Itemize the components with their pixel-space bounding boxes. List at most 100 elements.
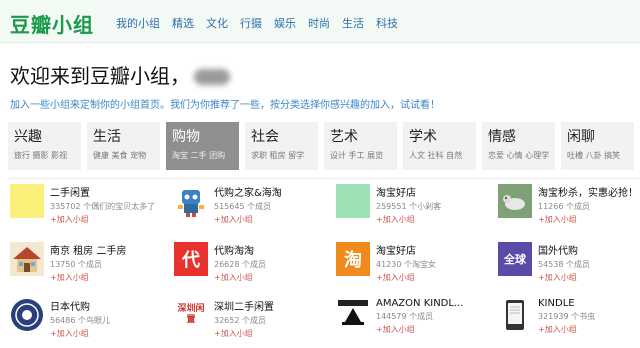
tab-shopping[interactable]: 购物 淘宝 二手 团购 (166, 122, 239, 170)
group-name[interactable]: 淘宝好店 (376, 242, 494, 257)
join-group-button[interactable]: +加入小组 (538, 214, 640, 225)
douban-group-logo[interactable]: 豆瓣小组 (10, 9, 94, 38)
japan-badge-svg (11, 299, 43, 331)
tab-life[interactable]: 生活健康 美食 宠物 (87, 122, 160, 170)
japan-badge-icon[interactable] (10, 298, 44, 332)
join-group-button[interactable]: +加入小组 (376, 324, 494, 335)
robot-mascot-icon[interactable] (174, 184, 208, 218)
kindle-device-icon[interactable] (498, 298, 532, 332)
join-group-button[interactable]: +加入小组 (214, 328, 332, 339)
tab-name: 生活 (93, 129, 121, 145)
green-square-icon[interactable] (336, 184, 370, 218)
nav-featured[interactable]: 精选 (172, 15, 194, 31)
tab-academic[interactable]: 学术 人文 社科 自然 (403, 122, 476, 170)
group-info: 代购淘淘 26628 个成员 +加入小组 (214, 242, 332, 283)
welcome-text: 欢迎来到豆瓣小组， (10, 64, 190, 88)
tab-tags: 旅行 摄影 影视 (14, 151, 68, 160)
group-item[interactable]: 深圳闲置 深圳二手闲置 32652 个成员 +加入小组 (174, 298, 334, 348)
tab-art[interactable]: 艺术 设计 手工 展览 (324, 122, 397, 170)
nav-culture[interactable]: 文化 (206, 15, 228, 31)
join-group-button[interactable]: +加入小组 (214, 214, 332, 225)
group-name[interactable]: AMAZON KINDL... (376, 298, 494, 309)
group-item[interactable]: AMAZON KINDL... 144579 个成员 +加入小组 (336, 298, 496, 348)
group-info: 淘宝好店 259551 个小剁客 +加入小组 (376, 184, 494, 225)
tab-interest[interactable]: 兴趣旅行 摄影 影视 (8, 122, 81, 170)
group-name[interactable]: 淘宝秒杀，实惠必抢！ (538, 184, 640, 199)
dog-photo-icon[interactable] (498, 184, 532, 218)
nav-entertainment[interactable]: 娱乐 (274, 15, 296, 31)
group-meta: 54538 个成员 (538, 260, 590, 269)
group-item[interactable]: 南京 租房 二手房 13750 个成员 +加入小组 (10, 242, 170, 292)
nav-travel[interactable]: 行摄 (240, 15, 262, 31)
tab-tags: 淘宝 二手 团购 (172, 151, 226, 160)
group-name[interactable]: 日本代购 (50, 298, 168, 313)
group-meta: 26628 个成员 (214, 260, 266, 269)
group-name[interactable]: KINDLE (538, 298, 640, 309)
group-item[interactable]: KINDLE 321939 个书虫 +加入小组 (498, 298, 640, 348)
tab-name: 学术 (409, 129, 437, 145)
tab-emotion[interactable]: 情感 恋爱 心情 心理学 (482, 122, 555, 170)
group-name[interactable]: 南京 租房 二手房 (50, 242, 168, 257)
join-group-button[interactable]: +加入小组 (50, 214, 168, 225)
group-meta: 41230 个淘宝女 (376, 260, 436, 269)
join-group-button[interactable]: +加入小组 (214, 272, 332, 283)
dai-logo-icon[interactable]: 代 (174, 242, 208, 276)
tab-name: 闲聊 (567, 129, 595, 145)
dai-logo-text: 代 (182, 250, 200, 271)
welcome-title: 欢迎来到豆瓣小组， (10, 60, 230, 89)
group-item[interactable]: 淘宝好店 259551 个小剁客 +加入小组 (336, 184, 496, 234)
nav-life[interactable]: 生活 (342, 15, 364, 31)
group-meta: 32652 个成员 (214, 316, 266, 325)
yellow-square-icon[interactable] (10, 184, 44, 218)
top-bar: 豆瓣小组 我的小组 精选 文化 行摄 娱乐 时尚 生活 科技 (0, 0, 640, 43)
join-group-button[interactable]: +加入小组 (50, 328, 168, 339)
category-tabs: 兴趣旅行 摄影 影视 生活健康 美食 宠物 购物 淘宝 二手 团购 社会 求职 租房… (8, 122, 640, 170)
group-name[interactable]: 二手闲置 (50, 184, 168, 199)
tab-tags: 健康 美食 宠物 (93, 151, 147, 160)
join-group-button[interactable]: +加入小组 (376, 272, 494, 283)
group-info: 淘宝秒杀，实惠必抢！ 11266 个成员 +加入小组 (538, 184, 640, 225)
group-meta: 144579 个成员 (376, 312, 434, 321)
group-item[interactable]: 代购之家&海淘 515645 个成员 +加入小组 (174, 184, 334, 234)
group-item[interactable]: 全球 国外代购 54538 个成员 +加入小组 (498, 242, 640, 292)
global-purchase-text: 全球 (504, 253, 526, 266)
shenzhen-text-icon[interactable]: 深圳闲置 (174, 298, 208, 332)
group-name[interactable]: 代购之家&海淘 (214, 184, 332, 199)
tab-name: 艺术 (330, 129, 358, 145)
group-meta: 259551 个小剁客 (376, 202, 442, 211)
group-item[interactable]: 二手闲置 335702 个偶们的宝贝太多了 +加入小组 (10, 184, 170, 234)
group-info: 代购之家&海淘 515645 个成员 +加入小组 (214, 184, 332, 225)
join-group-button[interactable]: +加入小组 (50, 272, 168, 283)
welcome-subtitle: 加入一些小组来定制你的小组首页。我们为你推荐了一些，按分类选择你感兴趣的加入，试… (10, 100, 440, 111)
amazon-kindle-icon[interactable] (336, 298, 370, 332)
tab-tags: 求职 租房 留学 (251, 151, 305, 160)
group-name[interactable]: 代购淘淘 (214, 242, 332, 257)
join-group-button[interactable]: +加入小组 (538, 324, 640, 335)
join-group-button[interactable]: +加入小组 (376, 214, 494, 225)
kindle-device-svg (506, 300, 524, 330)
group-item[interactable]: 代 代购淘淘 26628 个成员 +加入小组 (174, 242, 334, 292)
join-group-button[interactable]: +加入小组 (538, 272, 640, 283)
nav-my-groups[interactable]: 我的小组 (116, 15, 160, 31)
group-info: 南京 租房 二手房 13750 个成员 +加入小组 (50, 242, 168, 283)
group-name[interactable]: 淘宝好店 (376, 184, 494, 199)
tab-society[interactable]: 社会 求职 租房 留学 (245, 122, 318, 170)
global-purchase-icon[interactable]: 全球 (498, 242, 532, 276)
tab-name: 兴趣 (14, 129, 42, 145)
taobao-logo-text: 淘 (344, 250, 362, 271)
group-item[interactable]: 淘 淘宝好店 41230 个淘宝女 +加入小组 (336, 242, 496, 292)
nav-fashion[interactable]: 时尚 (308, 15, 330, 31)
divider (8, 178, 640, 179)
group-name[interactable]: 深圳二手闲置 (214, 298, 332, 313)
tab-tags: 吐槽 八卦 搞笑 (567, 151, 621, 160)
group-meta: 11266 个成员 (538, 202, 590, 211)
group-item[interactable]: 日本代购 56486 个鸟眼儿 +加入小组 (10, 298, 170, 348)
group-item[interactable]: 淘宝秒杀，实惠必抢！ 11266 个成员 +加入小组 (498, 184, 640, 234)
group-info: 国外代购 54538 个成员 +加入小组 (538, 242, 640, 283)
group-name[interactable]: 国外代购 (538, 242, 640, 257)
house-icon[interactable] (10, 242, 44, 276)
nav-tech[interactable]: 科技 (376, 15, 398, 31)
amazon-kindle-svg (338, 300, 368, 325)
tab-chat[interactable]: 闲聊吐槽 八卦 搞笑 (561, 122, 634, 170)
taobao-logo-icon[interactable]: 淘 (336, 242, 370, 276)
